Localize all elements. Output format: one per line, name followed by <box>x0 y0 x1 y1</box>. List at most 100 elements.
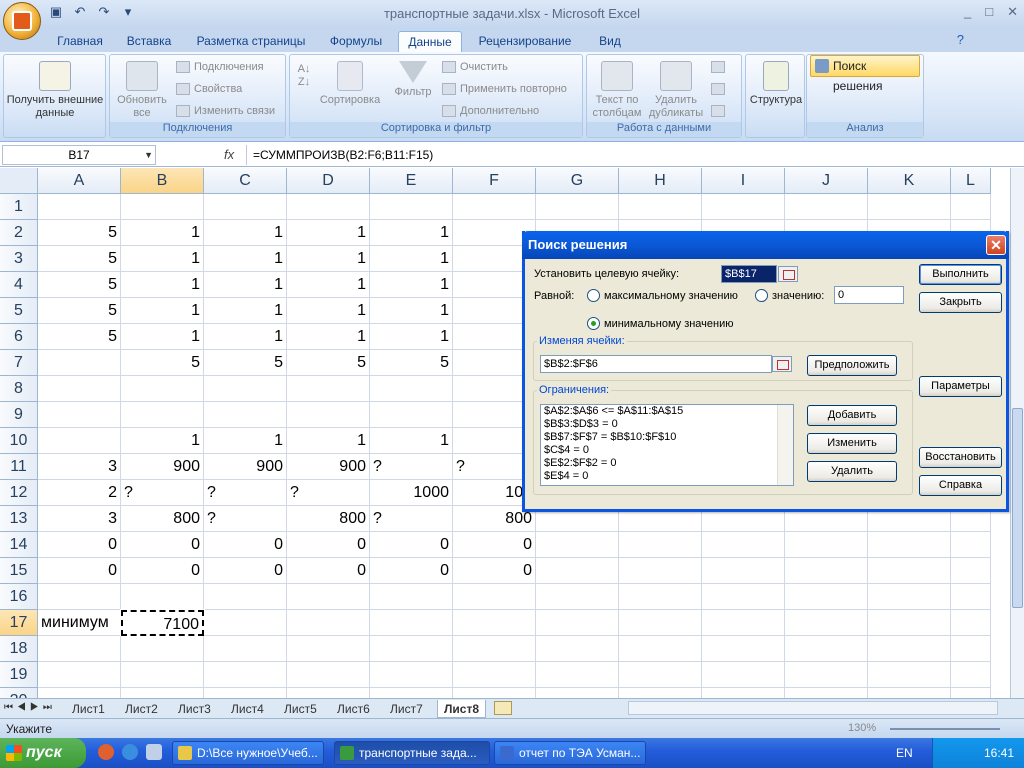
data-validation-button[interactable] <box>711 61 729 74</box>
add-button[interactable]: Добавить <box>807 405 897 426</box>
cell-c17[interactable] <box>204 610 287 636</box>
cell-k19[interactable] <box>868 662 951 688</box>
options-button[interactable]: Параметры <box>919 376 1002 397</box>
cell-b17[interactable]: 7100 <box>120 609 205 637</box>
cell-i20[interactable] <box>702 688 785 698</box>
tab-page-layout[interactable]: Разметка страницы <box>190 31 312 52</box>
zoom-level[interactable]: 130% <box>848 722 876 734</box>
sheet-tab[interactable]: Лист2 <box>119 700 164 718</box>
cell-e12[interactable]: 1000 <box>370 480 453 506</box>
cell-c7[interactable]: 5 <box>204 350 287 376</box>
firefox-icon[interactable] <box>98 744 114 760</box>
cell-e19[interactable] <box>370 662 453 688</box>
cell-k15[interactable] <box>868 558 951 584</box>
row-header-7[interactable]: 7 <box>0 350 38 376</box>
cell-b12[interactable]: ? <box>121 480 204 506</box>
scroll-thumb[interactable] <box>1012 408 1023 608</box>
cell-a10[interactable] <box>38 428 121 454</box>
cell-e6[interactable]: 1 <box>370 324 453 350</box>
cell-i18[interactable] <box>702 636 785 662</box>
cell-c3[interactable]: 1 <box>204 246 287 272</box>
cell-f16[interactable] <box>453 584 536 610</box>
changing-ref-icon[interactable] <box>772 356 792 372</box>
cell-i17[interactable] <box>702 610 785 636</box>
tab-review[interactable]: Рецензирование <box>470 31 580 52</box>
cell-g1[interactable] <box>536 194 619 220</box>
cell-c13[interactable]: ? <box>204 506 287 532</box>
cell-d5[interactable]: 1 <box>287 298 370 324</box>
cell-a12[interactable]: 2 <box>38 480 121 506</box>
refresh-all-button[interactable]: Обновить все <box>112 61 172 120</box>
cell-d13[interactable]: 800 <box>287 506 370 532</box>
constraint-item[interactable]: $A$2:$A$6 <= $A$11:$A$15 <box>541 405 793 418</box>
cell-d14[interactable]: 0 <box>287 532 370 558</box>
clock[interactable]: 16:41 <box>984 746 1014 760</box>
cell-e13[interactable]: ? <box>370 506 453 532</box>
cell-h18[interactable] <box>619 636 702 662</box>
constraint-item[interactable]: $C$4 = 0 <box>541 444 793 457</box>
cell-k17[interactable] <box>868 610 951 636</box>
cell-b18[interactable] <box>121 636 204 662</box>
cell-e15[interactable]: 0 <box>370 558 453 584</box>
cell-c18[interactable] <box>204 636 287 662</box>
properties-button[interactable]: Свойства <box>176 83 242 96</box>
cell-f1[interactable] <box>453 194 536 220</box>
cell-g14[interactable] <box>536 532 619 558</box>
consolidate-button[interactable] <box>711 83 729 96</box>
cell-c5[interactable]: 1 <box>204 298 287 324</box>
row-header-4[interactable]: 4 <box>0 272 38 298</box>
what-if-button[interactable] <box>711 105 729 118</box>
cell-g17[interactable] <box>536 610 619 636</box>
cell-l19[interactable] <box>951 662 991 688</box>
column-header-j[interactable]: J <box>785 168 868 194</box>
minimize-button[interactable]: _ <box>964 4 971 20</box>
cell-c16[interactable] <box>204 584 287 610</box>
cell-a1[interactable] <box>38 194 121 220</box>
cell-j15[interactable] <box>785 558 868 584</box>
cell-b8[interactable] <box>121 376 204 402</box>
cell-d1[interactable] <box>287 194 370 220</box>
row-header-1[interactable]: 1 <box>0 194 38 220</box>
cell-d11[interactable]: 900 <box>287 454 370 480</box>
cell-a15[interactable]: 0 <box>38 558 121 584</box>
cell-g16[interactable] <box>536 584 619 610</box>
cell-e10[interactable]: 1 <box>370 428 453 454</box>
sheet-tab[interactable]: Лист1 <box>66 700 111 718</box>
row-header-8[interactable]: 8 <box>0 376 38 402</box>
cell-c11[interactable]: 900 <box>204 454 287 480</box>
cell-b16[interactable] <box>121 584 204 610</box>
ie-icon[interactable] <box>122 744 138 760</box>
cell-a2[interactable]: 5 <box>38 220 121 246</box>
maximize-button[interactable]: □ <box>985 4 993 20</box>
cell-i14[interactable] <box>702 532 785 558</box>
office-button[interactable] <box>3 2 41 40</box>
cell-d4[interactable]: 1 <box>287 272 370 298</box>
cell-e16[interactable] <box>370 584 453 610</box>
target-cell-input[interactable]: $B$17 <box>721 265 777 283</box>
cell-d9[interactable] <box>287 402 370 428</box>
cell-e1[interactable] <box>370 194 453 220</box>
cell-h17[interactable] <box>619 610 702 636</box>
cell-j18[interactable] <box>785 636 868 662</box>
cell-d2[interactable]: 1 <box>287 220 370 246</box>
cell-d16[interactable] <box>287 584 370 610</box>
constraint-item[interactable]: $E$4 = 0 <box>541 470 793 483</box>
cell-f20[interactable] <box>453 688 536 698</box>
cell-e18[interactable] <box>370 636 453 662</box>
cell-b9[interactable] <box>121 402 204 428</box>
cell-e2[interactable]: 1 <box>370 220 453 246</box>
cell-d3[interactable]: 1 <box>287 246 370 272</box>
cell-g15[interactable] <box>536 558 619 584</box>
zoom-slider[interactable] <box>890 728 1000 730</box>
cell-e7[interactable]: 5 <box>370 350 453 376</box>
column-header-c[interactable]: C <box>204 168 287 194</box>
cell-d18[interactable] <box>287 636 370 662</box>
cell-b19[interactable] <box>121 662 204 688</box>
select-all-corner[interactable] <box>0 168 38 194</box>
cell-f19[interactable] <box>453 662 536 688</box>
cell-i19[interactable] <box>702 662 785 688</box>
clear-button[interactable]: Очистить <box>442 61 508 74</box>
cell-g18[interactable] <box>536 636 619 662</box>
connections-button[interactable]: Подключения <box>176 61 264 74</box>
row-header-5[interactable]: 5 <box>0 298 38 324</box>
